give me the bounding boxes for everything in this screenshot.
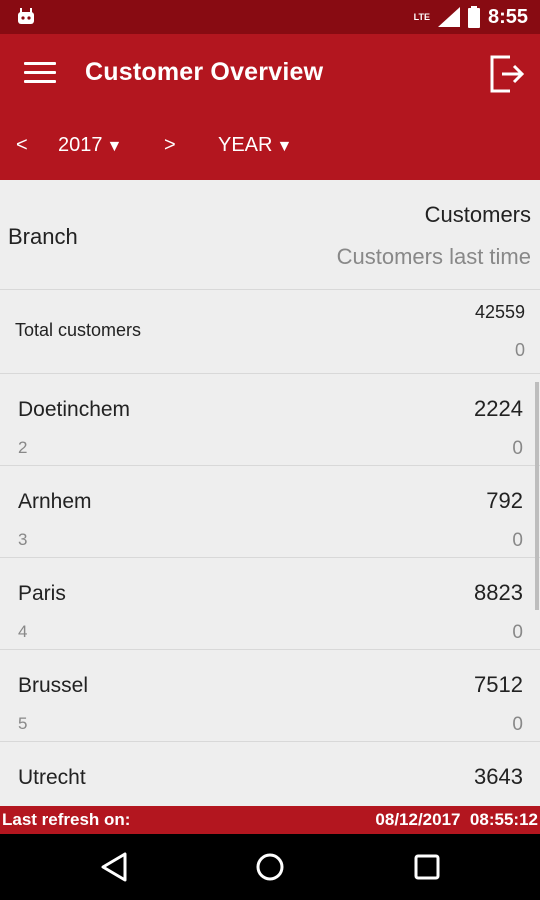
branch-customers-last-time: 0 xyxy=(512,530,523,551)
branch-rank: 2 xyxy=(18,438,28,457)
branch-rank: 5 xyxy=(18,714,28,733)
battery-icon xyxy=(467,6,480,28)
branch-name: Arnhem xyxy=(18,490,92,513)
scrollbar[interactable] xyxy=(535,382,539,610)
branch-customers: 8823 xyxy=(474,580,523,605)
back-icon[interactable] xyxy=(97,850,131,884)
total-row: Total customers 42559 0 xyxy=(0,290,540,374)
recents-icon[interactable] xyxy=(410,850,444,884)
app-bar: Customer Overview < 2017 ▼ > YEAR ▼ xyxy=(0,34,540,180)
year-dropdown[interactable]: 2017 ▼ xyxy=(58,134,122,157)
list-item[interactable]: Paris 4 8823 0 xyxy=(0,558,540,650)
year-value: 2017 xyxy=(58,134,103,156)
android-notification-icon xyxy=(18,8,34,24)
list-item[interactable]: Arnhem 3 792 0 xyxy=(0,466,540,558)
branch-customers: 792 xyxy=(486,488,523,513)
table-header: Branch Customers Customers last time xyxy=(0,180,540,290)
customers-last-time-column-header: Customers last time xyxy=(336,244,531,269)
branch-customers-last-time: 0 xyxy=(512,714,523,735)
customers-column-header: Customers xyxy=(424,202,531,227)
branch-list[interactable]: Doetinchem 2 2224 0 Arnhem 3 792 0 Paris… xyxy=(0,374,540,806)
dropdown-arrow-icon: ▼ xyxy=(276,138,293,155)
branch-customers: 3643 xyxy=(474,764,523,789)
menu-icon[interactable] xyxy=(24,62,56,88)
clock: 8:55 xyxy=(487,5,528,28)
next-year-button[interactable]: > xyxy=(164,134,176,157)
logout-icon[interactable] xyxy=(488,54,526,94)
previous-year-button[interactable]: < xyxy=(16,134,28,157)
branch-name: Doetinchem xyxy=(18,398,131,421)
period-dropdown[interactable]: YEAR ▼ xyxy=(218,134,292,157)
total-label: Total customers xyxy=(15,320,142,340)
branch-customers: 7512 xyxy=(474,672,523,697)
branch-rank: 4 xyxy=(18,622,28,641)
branch-customers-last-time: 0 xyxy=(512,438,523,459)
page-title: Customer Overview xyxy=(85,58,324,86)
total-value: 42559 xyxy=(474,302,525,322)
system-navigation-bar xyxy=(0,834,540,900)
status-bar: LTE 8:55 xyxy=(0,0,540,34)
list-item[interactable]: Utrecht 3643 xyxy=(0,742,540,806)
period-value: YEAR xyxy=(218,134,273,156)
list-item[interactable]: Brussel 5 7512 0 xyxy=(0,650,540,742)
branch-name: Paris xyxy=(18,582,66,605)
last-refresh-label: Last refresh on: xyxy=(2,810,131,829)
branch-name: Utrecht xyxy=(18,766,86,789)
branch-rank: 3 xyxy=(18,530,28,549)
branch-customers-last-time: 0 xyxy=(512,622,523,643)
home-icon[interactable] xyxy=(253,850,287,884)
total-last-time: 0 xyxy=(514,340,525,360)
last-refresh-datetime: 08/12/2017 08:55:12 xyxy=(375,810,538,829)
refresh-footer: Last refresh on: 08/12/2017 08:55:12 xyxy=(0,806,540,834)
signal-icon xyxy=(437,7,460,27)
branch-column-header: Branch xyxy=(8,224,78,249)
dropdown-arrow-icon: ▼ xyxy=(106,138,123,155)
list-item[interactable]: Doetinchem 2 2224 0 xyxy=(0,374,540,466)
lte-label: LTE xyxy=(413,12,430,22)
branch-customers: 2224 xyxy=(474,396,523,421)
branch-name: Brussel xyxy=(18,674,89,697)
